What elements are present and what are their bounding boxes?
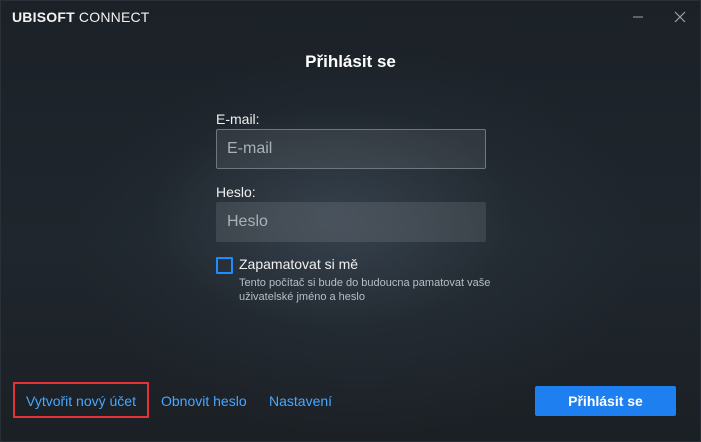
remember-label[interactable]: Zapamatovat si mě: [239, 256, 358, 272]
login-window: UBISOFT CONNECT Přihlásit se E-mail: Hes…: [0, 0, 701, 442]
page-title: Přihlásit se: [305, 52, 396, 71]
settings-link[interactable]: Nastavení: [269, 393, 332, 409]
password-field[interactable]: [216, 202, 486, 242]
create-account-link[interactable]: Vytvořit nový účet: [26, 393, 136, 409]
close-button[interactable]: [666, 5, 694, 29]
app-title: UBISOFT CONNECT: [12, 9, 150, 25]
brand-rest: CONNECT: [74, 9, 150, 25]
brand-bold: UBISOFT: [12, 9, 75, 25]
remember-hint: Tento počítač si bude do budoucna pamato…: [239, 277, 491, 303]
close-icon: [674, 11, 686, 23]
reset-password-link[interactable]: Obnovit heslo: [161, 393, 247, 409]
remember-checkbox[interactable]: [216, 257, 233, 274]
login-button[interactable]: Přihlásit se: [535, 386, 676, 416]
email-label: E-mail:: [216, 111, 260, 127]
password-label: Heslo:: [216, 184, 256, 200]
email-field[interactable]: [216, 129, 486, 169]
minimize-icon: [633, 16, 643, 18]
title-bar[interactable]: UBISOFT CONNECT: [1, 1, 700, 33]
minimize-button[interactable]: [624, 5, 652, 29]
